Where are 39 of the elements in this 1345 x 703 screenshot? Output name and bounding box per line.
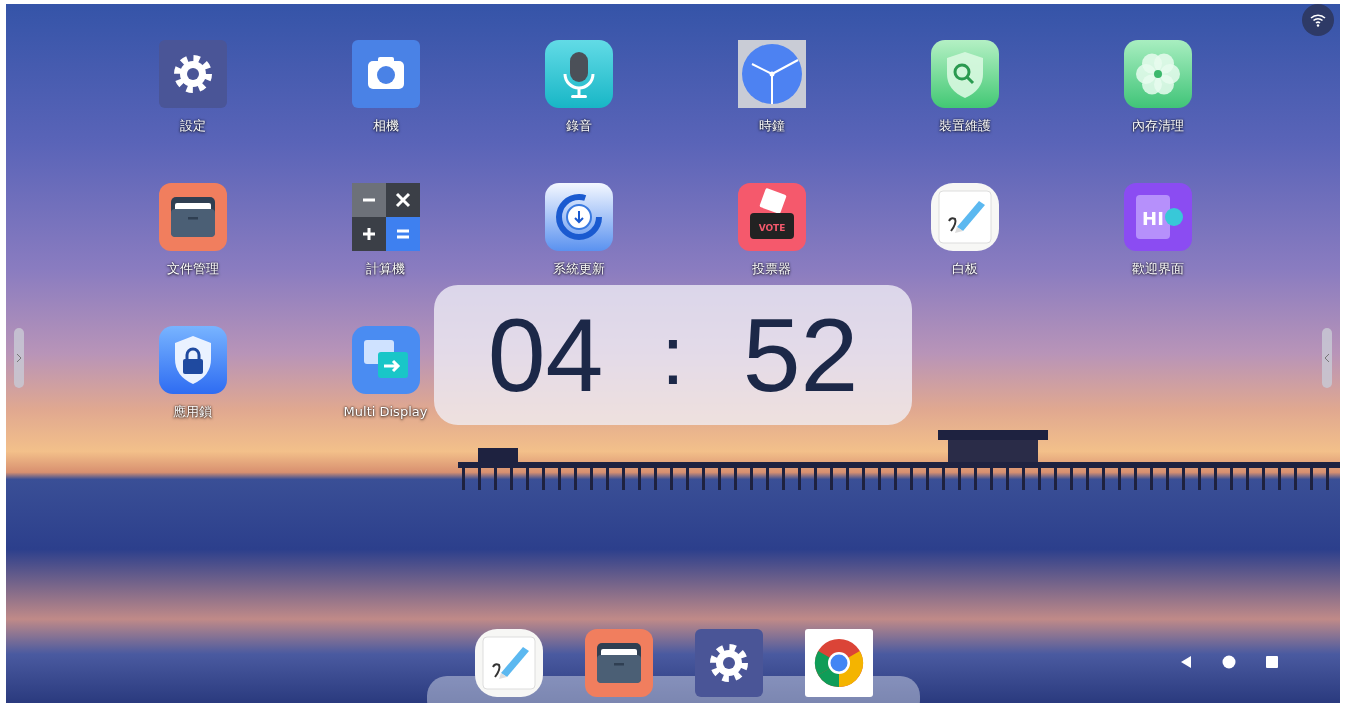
hi-label: HI	[1141, 208, 1164, 229]
folder-icon[interactable]	[158, 183, 227, 251]
app-label: 系統更新	[552, 260, 605, 278]
app-label: 設定	[179, 117, 206, 135]
app-label: 白板	[951, 260, 978, 278]
ballot-box-icon[interactable]: VOTE	[737, 183, 806, 251]
wifi-icon[interactable]	[1302, 4, 1334, 36]
clock-hours: 04	[487, 303, 604, 407]
app-label: 時鐘	[758, 117, 785, 135]
shield-magnifier-icon[interactable]	[930, 40, 999, 108]
pen-on-paper-icon[interactable]	[475, 629, 543, 697]
camera-icon[interactable]	[351, 40, 420, 108]
browser-logo-icon[interactable]	[805, 629, 873, 697]
app-label: Multi Display	[343, 403, 428, 421]
clock-separator: :	[661, 313, 685, 397]
vote-label: VOTE	[758, 223, 785, 233]
app-label: 內存清理	[1131, 117, 1184, 135]
microphone-icon[interactable]	[544, 40, 613, 108]
home-icon[interactable]	[1221, 654, 1237, 670]
recents-icon[interactable]	[1264, 654, 1280, 670]
app-label: 相機	[372, 117, 399, 135]
app-label: 投票器	[752, 260, 791, 278]
gear-icon[interactable]	[158, 40, 227, 108]
flower-icon[interactable]	[1123, 40, 1192, 108]
pen-on-paper-icon[interactable]	[930, 183, 999, 251]
app-label: 裝置維護	[938, 117, 991, 135]
calculator-icon[interactable]	[351, 183, 420, 251]
app-label: 應用鎖	[173, 403, 212, 421]
shield-lock-icon[interactable]	[158, 326, 227, 394]
clock-minutes: 52	[742, 303, 859, 407]
app-label: 計算機	[366, 260, 405, 278]
app-label: 文件管理	[166, 260, 219, 278]
gear-icon[interactable]	[695, 629, 763, 697]
clock-icon[interactable]	[737, 40, 806, 108]
side-panel-handle[interactable]	[14, 328, 24, 388]
folder-icon[interactable]	[585, 629, 653, 697]
app-label: 歡迎界面	[1131, 260, 1184, 278]
app-label: 錄音	[565, 117, 592, 135]
side-panel-handle[interactable]	[1322, 328, 1332, 388]
